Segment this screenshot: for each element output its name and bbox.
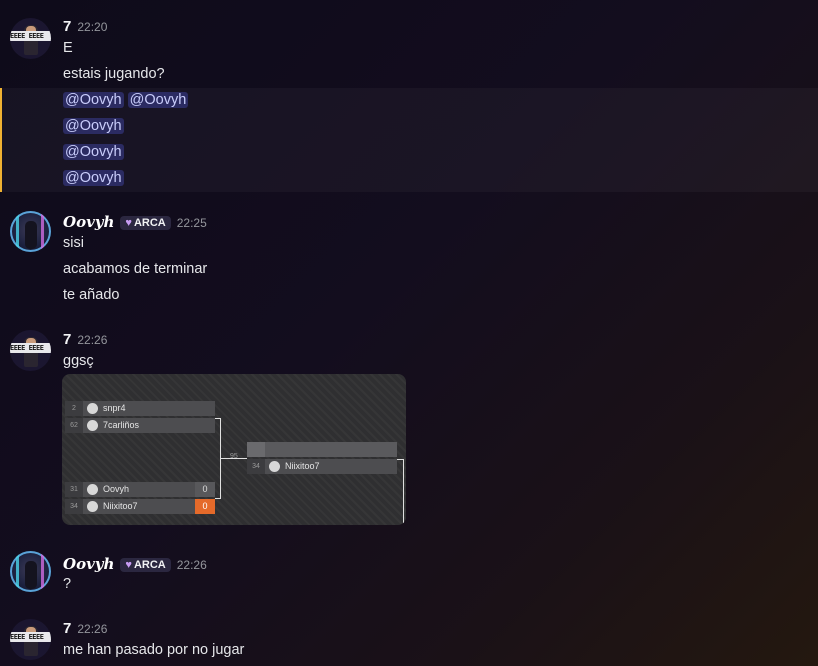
mention[interactable]: @Oovyh: [63, 144, 124, 160]
message-header: Oovyh ♥ ARCA 22:25: [63, 213, 207, 231]
mention[interactable]: @Oovyh: [63, 118, 124, 134]
bracket-slot: 2 snpr4: [65, 401, 215, 416]
purple-heart-icon: ♥: [125, 217, 132, 229]
author-name[interactable]: 7: [63, 18, 71, 35]
message-text: @Oovyh: [63, 170, 124, 186]
message-text: ?: [63, 576, 72, 592]
mention[interactable]: @Oovyh: [63, 170, 124, 186]
message-text: E: [63, 40, 73, 56]
seed: 2: [65, 401, 83, 416]
server-tag[interactable]: ♥ ARCA: [120, 216, 171, 230]
bracket-slot: 34 Niixitoo7 0: [65, 499, 215, 514]
author-name[interactable]: Oovyh: [63, 213, 114, 231]
purple-heart-icon: ♥: [125, 559, 132, 571]
message-text: me han pasado por no jugar: [63, 642, 245, 658]
message-text: @Oovyh @Oovyh: [63, 92, 189, 108]
seed: 34: [65, 499, 83, 514]
bracket-slot: 62 7carliños: [65, 418, 215, 433]
player-name: Niixitoo7: [103, 501, 138, 511]
server-tag[interactable]: ♥ ARCA: [120, 558, 171, 572]
seed: 62: [65, 418, 83, 433]
message-header: 7 22:26: [63, 331, 107, 348]
timestamp[interactable]: 22:26: [77, 622, 107, 636]
message-text: sisi: [63, 235, 84, 251]
bracket-connector: [215, 498, 221, 499]
player-avatar-icon: [269, 461, 280, 472]
player-name: 7carliños: [103, 420, 140, 430]
timestamp[interactable]: 22:20: [77, 20, 107, 34]
seed: 34: [247, 459, 265, 474]
message-header: 7 22:20: [63, 18, 107, 35]
timestamp[interactable]: 22:26: [77, 333, 107, 347]
avatar-band-text: EEEE EEEE: [10, 31, 51, 41]
avatar-band-text: EEEE EEEE: [10, 632, 51, 642]
bracket-image[interactable]: 2 snpr4 62 7carliños 31 Oovyh 0 34 Niixi…: [62, 374, 406, 525]
message-text: @Oovyh: [63, 118, 124, 134]
bracket-connector: [403, 459, 404, 525]
avatar[interactable]: [10, 211, 51, 252]
connector-label: 95: [230, 453, 238, 460]
mention[interactable]: @Oovyh: [63, 92, 124, 108]
seed: 31: [65, 482, 83, 497]
player-name: snpr4: [103, 403, 126, 413]
tag-label: ARCA: [133, 559, 166, 571]
bracket-slot: 34 Niixitoo7: [247, 459, 397, 474]
player-avatar-icon: [87, 403, 98, 414]
player-name: Oovyh: [103, 484, 130, 494]
player-avatar-icon: [87, 420, 98, 431]
message-text: estais jugando?: [63, 66, 165, 82]
message-text: acabamos de terminar: [63, 261, 208, 277]
player-avatar-icon: [87, 484, 98, 495]
score: 0: [195, 482, 215, 497]
avatar[interactable]: EEEE EEEE: [10, 619, 51, 660]
message-text: ggsç: [63, 353, 94, 369]
bracket-slot: 31 Oovyh 0: [65, 482, 215, 497]
timestamp[interactable]: 22:26: [177, 558, 207, 572]
bracket-slot: [247, 442, 397, 457]
score: 0: [195, 499, 215, 514]
player-name: Niixitoo7: [285, 461, 320, 471]
avatar-band-text: EEEE EEEE: [10, 343, 51, 353]
author-name[interactable]: Oovyh: [63, 555, 114, 573]
author-name[interactable]: 7: [63, 620, 71, 637]
avatar[interactable]: EEEE EEEE: [10, 330, 51, 371]
player-avatar-icon: [87, 501, 98, 512]
avatar[interactable]: EEEE EEEE: [10, 18, 51, 59]
message-text: te añado: [63, 287, 120, 303]
tag-label: ARCA: [133, 217, 166, 229]
timestamp[interactable]: 22:25: [177, 216, 207, 230]
seed: [247, 442, 265, 457]
message-header: 7 22:26: [63, 620, 107, 637]
mention[interactable]: @Oovyh: [127, 92, 189, 108]
message-header: Oovyh ♥ ARCA 22:26: [63, 555, 207, 573]
author-name[interactable]: 7: [63, 331, 71, 348]
message-text: @Oovyh: [63, 144, 124, 160]
avatar[interactable]: [10, 551, 51, 592]
